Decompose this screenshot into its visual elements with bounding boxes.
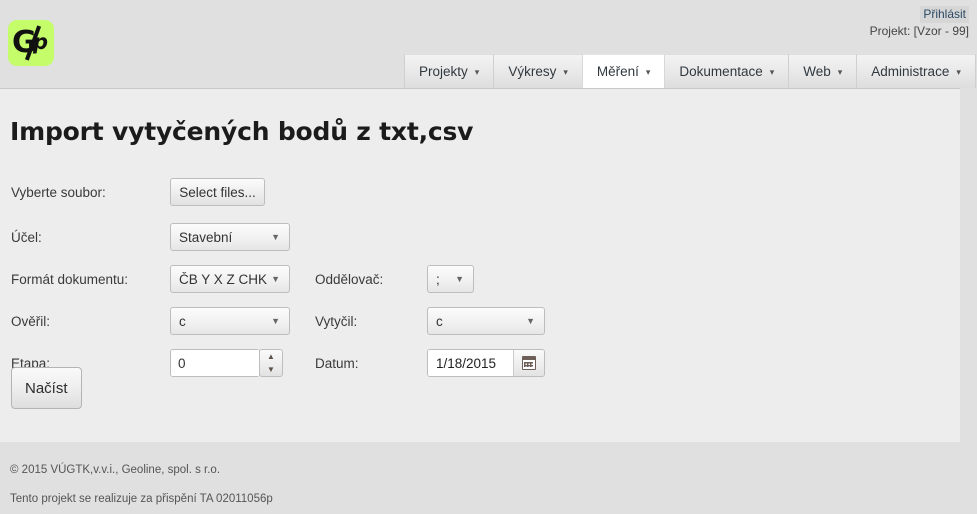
form-row-file: Vyberte soubor: Select files...	[0, 178, 960, 213]
stepper-down-icon[interactable]: ▼	[260, 363, 282, 376]
verified-select[interactable]: c ▼	[170, 307, 290, 335]
login-link[interactable]: Přihlásit	[920, 6, 969, 23]
stage-input[interactable]: 0 ▲ ▼	[170, 349, 283, 377]
form-row-purpose: Účel: Stavební ▼	[0, 223, 960, 258]
format-field-label: Formát dokumentu:	[11, 272, 129, 287]
format-select-value: ČB Y X Z CHK	[179, 271, 268, 287]
current-project-label: Projekt: [Vzor - 99]	[869, 24, 969, 38]
nav-tab-web[interactable]: Web ▾	[788, 54, 858, 88]
verified-field-label: Ověřil:	[11, 314, 51, 329]
date-field-label: Datum:	[315, 356, 359, 371]
purpose-select[interactable]: Stavební ▼	[170, 223, 290, 251]
nav-tab-label: Měření	[596, 64, 639, 79]
form-row-format: Formát dokumentu: ČB Y X Z CHK ▼ Oddělov…	[0, 265, 960, 300]
separator-select-value: ;	[436, 271, 440, 287]
purpose-select-value: Stavební	[179, 229, 233, 245]
nav-tab-label: Dokumentace	[679, 64, 763, 79]
nav-tab-dokumentace[interactable]: Dokumentace ▾	[664, 54, 790, 88]
chevron-down-icon: ▾	[563, 67, 568, 77]
chevron-down-icon: ▼	[271, 232, 280, 242]
chevron-down-icon: ▾	[645, 67, 651, 77]
logo-letter-p: p	[33, 30, 49, 54]
chevron-down-icon: ▼	[271, 274, 280, 284]
chevron-down-icon: ▼	[526, 316, 535, 326]
calendar-icon	[522, 356, 536, 370]
calendar-picker-button[interactable]	[513, 350, 544, 376]
select-files-button[interactable]: Select files...	[170, 178, 265, 206]
nav-tab-label: Projekty	[419, 64, 468, 79]
stepper-up-icon[interactable]: ▲	[260, 350, 282, 363]
file-field-label: Vyberte soubor:	[11, 185, 106, 200]
page-header: G p Přihlásit Projekt: [Vzor - 99] Proje…	[0, 0, 977, 88]
chevron-down-icon: ▾	[769, 67, 775, 77]
surveyed-field-label: Vytyčil:	[315, 314, 358, 329]
date-input-value: 1/18/2015	[428, 350, 513, 376]
stage-stepper[interactable]: ▲ ▼	[259, 349, 283, 377]
verified-select-value: c	[179, 313, 186, 329]
chevron-down-icon: ▾	[474, 67, 480, 77]
chevron-down-icon: ▾	[956, 67, 961, 77]
nav-tab-label: Výkresy	[508, 64, 557, 79]
load-button[interactable]: Načíst	[11, 367, 82, 409]
separator-select[interactable]: ; ▼	[427, 265, 474, 293]
chevron-down-icon: ▼	[271, 316, 280, 326]
nav-tab-administrace[interactable]: Administrace ▾	[856, 54, 976, 88]
format-select[interactable]: ČB Y X Z CHK ▼	[170, 265, 290, 293]
form-row-stage-date: Etapa: 0 ▲ ▼ Datum: 1/18/2015	[0, 349, 960, 384]
page-footer: © 2015 VÚGTK,v.v.i., Geoline, spol. s r.…	[0, 442, 977, 508]
separator-field-label: Oddělovač:	[315, 272, 384, 287]
surveyed-select[interactable]: c ▼	[427, 307, 545, 335]
content-panel: Import vytyčených bodů z txt,csv Vyberte…	[0, 88, 960, 442]
chevron-down-icon: ▾	[837, 67, 843, 77]
footer-copyright: © 2015 VÚGTK,v.v.i., Geoline, spol. s r.…	[10, 464, 221, 476]
purpose-field-label: Účel:	[11, 230, 42, 245]
page-title: Import vytyčených bodů z txt,csv	[10, 117, 474, 146]
form-row-persons: Ověřil: c ▼ Vytyčil: c ▼	[0, 307, 960, 342]
nav-tab-mereni[interactable]: Měření ▾	[581, 54, 666, 88]
nav-tab-projekty[interactable]: Projekty ▾	[404, 54, 495, 88]
import-form: Vyberte soubor: Select files... Účel: St…	[0, 178, 960, 384]
date-input[interactable]: 1/18/2015	[427, 349, 545, 377]
nav-tab-vykresy[interactable]: Výkresy ▾	[493, 54, 583, 88]
app-logo[interactable]: G p	[8, 20, 54, 66]
account-area: Přihlásit Projekt: [Vzor - 99]	[870, 6, 969, 40]
nav-tab-label: Web	[803, 64, 831, 79]
footer-grant-note: Tento projekt se realizuje za přispění T…	[10, 493, 273, 505]
main-navigation: Projekty ▾ Výkresy ▾ Měření ▾ Dokumentac…	[404, 54, 976, 88]
stage-input-value: 0	[171, 350, 259, 376]
surveyed-select-value: c	[436, 313, 443, 329]
nav-tab-label: Administrace	[871, 64, 950, 79]
chevron-down-icon: ▼	[455, 274, 464, 284]
